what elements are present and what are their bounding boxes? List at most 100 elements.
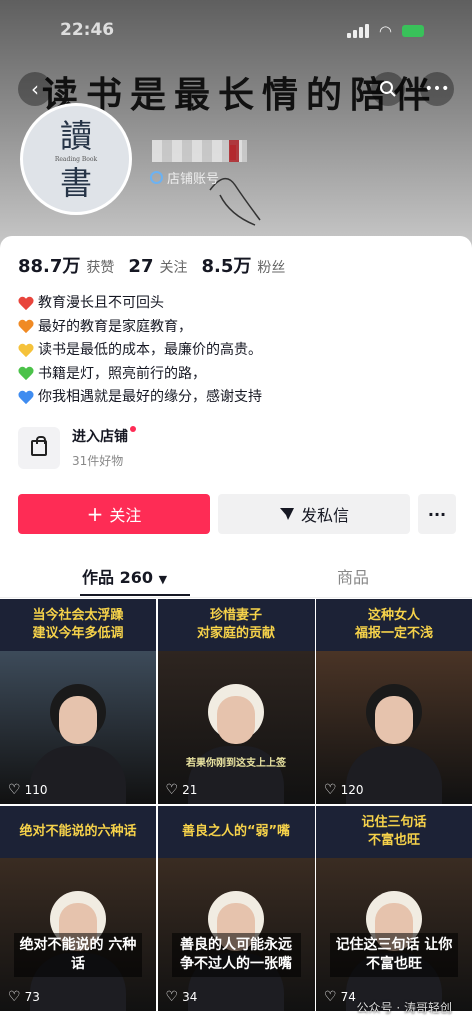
- stat-likes-label: 获赞: [86, 260, 115, 276]
- follow-button[interactable]: + 关注: [18, 494, 210, 534]
- video-like-count: 120: [340, 783, 364, 797]
- heart-outline-icon: ♡: [8, 782, 21, 798]
- heart-outline-icon: ♡: [8, 989, 21, 1005]
- bio-text: 教育漫长且不可回头: [38, 295, 164, 311]
- video-like-count: 34: [182, 990, 198, 1004]
- heart-icon: [18, 320, 34, 334]
- video-caption: 绝对不能说的六种话: [0, 806, 156, 858]
- avatar-small-text: Reading Book: [54, 155, 98, 163]
- caption-line-1: 当今社会太浮躁: [32, 608, 124, 623]
- heart-icon: [18, 391, 34, 405]
- stat-followers-label: 粉丝: [257, 260, 286, 276]
- profile-tabs: 作品 260 ▼ 商品: [0, 554, 472, 598]
- bio-line: 你我相遇就是最好的缘分，感谢支持: [18, 386, 262, 410]
- plus-icon: +: [86, 502, 104, 526]
- back-button[interactable]: ‹: [18, 72, 52, 106]
- caption-line-2: 建议今年多低调: [32, 626, 124, 641]
- video-subtitle: 善良的人可能永远 争不过人的一张嘴: [171, 933, 301, 977]
- video-like-count: 73: [24, 990, 40, 1004]
- shop-account-tag: 店铺账号: [150, 168, 219, 187]
- caption-line-1: 善良之人的“弱”嘴: [181, 824, 291, 839]
- more-dots-icon: ···: [427, 504, 447, 524]
- heart-outline-icon: ♡: [165, 989, 179, 1005]
- avatar-char-1: 讀: [59, 116, 92, 155]
- stat-likes-count: 88.7万: [18, 256, 81, 277]
- video-caption: 当今社会太浮躁 建议今年多低调: [0, 599, 156, 651]
- notification-dot: [130, 426, 136, 432]
- video-likes: ♡ 120: [324, 782, 363, 798]
- enter-shop-label: 进入店铺: [72, 429, 128, 445]
- video-like-count: 74: [340, 990, 356, 1004]
- stat-following-count: 27: [128, 256, 154, 277]
- more-actions-button[interactable]: ···: [418, 494, 456, 534]
- tab-works[interactable]: 作品 260 ▼: [82, 564, 167, 588]
- face: [375, 696, 413, 744]
- send-icon: [279, 508, 294, 520]
- search-button[interactable]: [371, 72, 405, 106]
- message-button[interactable]: 发私信: [218, 494, 410, 534]
- bio-text: 最好的教育是家庭教育，: [38, 318, 192, 335]
- tab-works-label: 作品 260: [82, 568, 153, 587]
- shop-account-label: 店铺账号: [167, 172, 220, 187]
- caret-down-icon: ▼: [158, 573, 168, 586]
- bio-text: 书籍是灯，照亮前行的路，: [38, 365, 206, 382]
- more-options-button[interactable]: •••: [420, 72, 454, 106]
- follow-label: 关注: [109, 506, 142, 525]
- enter-shop-entry[interactable]: 进入店铺 31件好物: [18, 426, 136, 469]
- stat-followers-count: 8.5万: [201, 256, 252, 277]
- bio-text: 读书是最低的成本，最廉价的高贵。: [38, 342, 262, 358]
- chevron-left-icon: ‹: [31, 77, 39, 101]
- caption-line-1: 记住三句话: [361, 815, 427, 830]
- video-likes: ♡ 34: [166, 989, 198, 1005]
- heart-outline-icon: ♡: [324, 782, 337, 798]
- bio-text: 你我相遇就是最好的缘分，感谢支持: [38, 389, 262, 405]
- wifi-icon: ◠: [378, 22, 392, 40]
- heart-icon: [18, 344, 34, 358]
- video-thumbnail[interactable]: 当今社会太浮躁 建议今年多低调 ♡ 110: [0, 599, 156, 804]
- battery-icon: [402, 25, 424, 37]
- video-thumbnail[interactable]: 绝对不能说的六种话绝对不能说的 六种话 ♡ 73: [0, 806, 156, 1011]
- more-dots-icon: •••: [424, 81, 450, 97]
- action-buttons: + 关注 发私信 ···: [18, 494, 456, 534]
- active-tab-indicator: [80, 594, 190, 596]
- caption-line-2: 不富也旺: [367, 833, 420, 848]
- stat-following[interactable]: 27 关注: [128, 256, 187, 277]
- caption-line-1: 这种女人: [367, 608, 420, 623]
- watermark: 公众号 · 涛哥轻创: [356, 1001, 452, 1015]
- profile-banner: 22:46 ◠ 读书是最长情的陪伴 ‹ ••• 讀 Reading Book 書…: [0, 0, 472, 250]
- search-icon: [380, 81, 396, 97]
- signal-icon: [346, 24, 369, 38]
- video-caption: 珍惜妻子 对家庭的贡献: [157, 599, 315, 651]
- video-likes: ♡ 73: [8, 989, 40, 1005]
- status-time: 22:46: [60, 20, 115, 40]
- enter-shop-title: 进入店铺: [72, 426, 136, 446]
- shop-icon-box: [18, 426, 60, 469]
- heart-icon: [18, 367, 34, 381]
- bio-line: 书籍是灯，照亮前行的路，: [18, 363, 262, 387]
- video-thumbnail[interactable]: 善良之人的“弱”嘴善良的人可能永远 争不过人的一张嘴 ♡ 34: [157, 806, 315, 1011]
- shopping-bag-icon: [31, 435, 47, 456]
- video-thumbnail[interactable]: 珍惜妻子 对家庭的贡献 若果你刚到这支上上签 ♡ 21: [157, 599, 315, 804]
- face: [217, 696, 255, 744]
- avatar[interactable]: 讀 Reading Book 書: [20, 103, 132, 215]
- video-caption: 记住三句话 不富也旺: [316, 806, 472, 858]
- heart-outline-icon: ♡: [165, 782, 179, 798]
- video-subtitle: 记住这三句话 让你不富也旺: [330, 933, 458, 977]
- video-thumbnail[interactable]: 记住三句话不富也旺记住这三句话 让你不富也旺 ♡ 74: [316, 806, 472, 1011]
- video-grid: 当今社会太浮躁 建议今年多低调 ♡ 110 珍惜妻子 对家庭的贡献 若果你刚到这支上上签 ♡ 2…: [0, 599, 472, 1024]
- profile-page: 22:46 ◠ 读书是最长情的陪伴 ‹ ••• 讀 Reading Book 書…: [0, 0, 472, 1024]
- verified-icon: [150, 171, 163, 184]
- tab-goods[interactable]: 商品: [337, 564, 369, 588]
- video-thumbnail[interactable]: 这种女人 福报一定不浅 ♡ 120: [316, 599, 472, 804]
- bio-line: 教育漫长且不可回头: [18, 292, 262, 316]
- stats-row: 88.7万 获赞 27 关注 8.5万 粉丝: [18, 252, 285, 278]
- stat-following-label: 关注: [159, 260, 188, 276]
- message-label: 发私信: [300, 506, 349, 525]
- bio-line: 读书是最低的成本，最廉价的高贵。: [18, 339, 262, 363]
- stat-followers[interactable]: 8.5万 粉丝: [201, 252, 285, 278]
- video-subtitle: 绝对不能说的 六种话: [14, 933, 142, 977]
- video-likes: ♡ 74: [324, 989, 356, 1005]
- heart-icon: [18, 297, 34, 311]
- stat-likes[interactable]: 88.7万 获赞: [18, 252, 114, 278]
- shop-item-count: 31件好物: [72, 454, 124, 468]
